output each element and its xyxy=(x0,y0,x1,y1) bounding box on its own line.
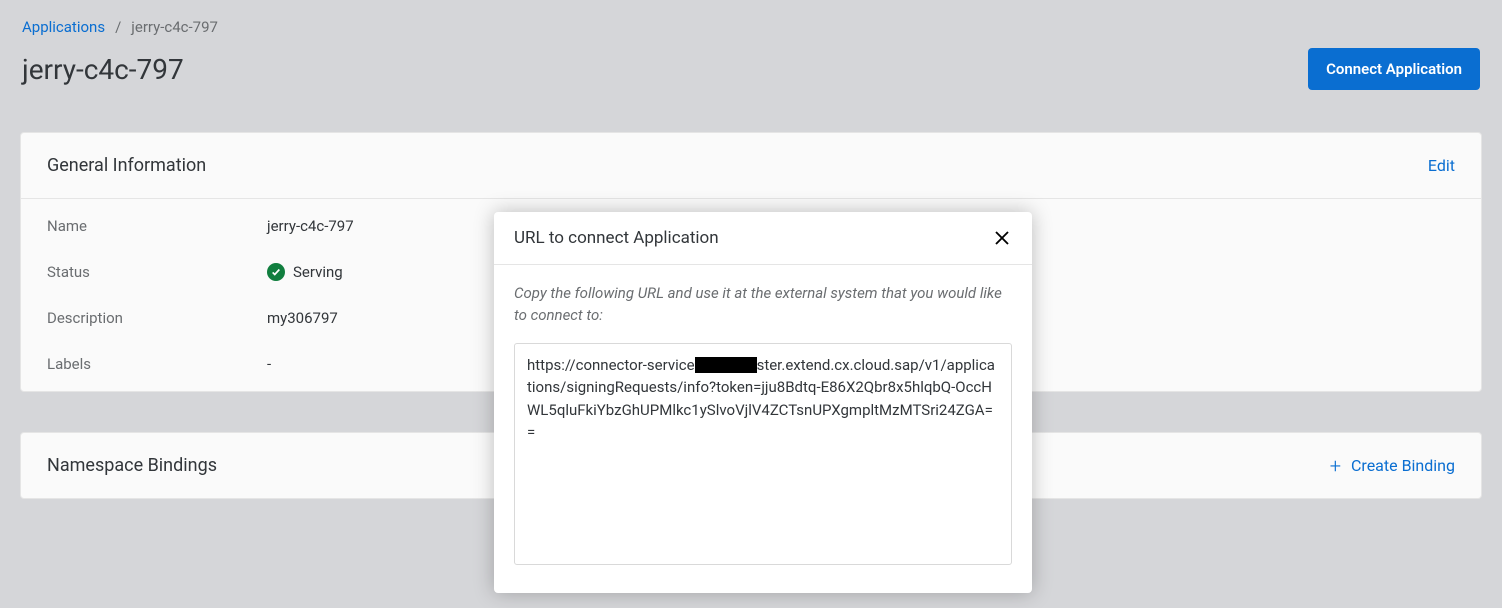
general-card-title: General Information xyxy=(47,155,206,176)
breadcrumb-link-applications[interactable]: Applications xyxy=(22,18,105,36)
close-icon[interactable] xyxy=(992,228,1012,248)
bindings-card-title: Namespace Bindings xyxy=(47,455,217,476)
edit-link[interactable]: Edit xyxy=(1428,156,1455,175)
breadcrumb-separator: / xyxy=(115,18,121,36)
page-title: jerry-c4c-797 xyxy=(22,53,184,86)
status-label: Status xyxy=(47,263,267,281)
breadcrumb: Applications / jerry-c4c-797 xyxy=(22,18,1480,36)
connect-application-button[interactable]: Connect Application xyxy=(1308,48,1480,90)
labels-label: Labels xyxy=(47,355,267,373)
description-value: my306797 xyxy=(267,309,338,327)
redacted-segment xyxy=(695,357,757,373)
connection-url-box[interactable]: https://connector-servicester.extend.cx.… xyxy=(514,343,1012,565)
connect-url-modal: URL to connect Application Copy the foll… xyxy=(494,212,1032,593)
labels-value: - xyxy=(267,355,271,373)
status-text: Serving xyxy=(293,263,343,281)
modal-title: URL to connect Application xyxy=(514,228,719,248)
modal-description: Copy the following URL and use it at the… xyxy=(514,283,1012,327)
modal-body: Copy the following URL and use it at the… xyxy=(494,265,1032,593)
plus-icon: + xyxy=(1330,456,1341,476)
create-binding-text: Create Binding xyxy=(1351,456,1455,475)
topbar: Applications / jerry-c4c-797 jerry-c4c-7… xyxy=(0,0,1502,118)
create-binding-link[interactable]: + Create Binding xyxy=(1330,456,1455,476)
description-label: Description xyxy=(47,309,267,327)
breadcrumb-current: jerry-c4c-797 xyxy=(131,18,218,36)
general-card-header: General Information Edit xyxy=(21,133,1481,199)
name-value: jerry-c4c-797 xyxy=(267,217,354,235)
check-icon xyxy=(267,263,285,281)
url-prefix: https://connector-service xyxy=(527,356,695,374)
status-value: Serving xyxy=(267,263,343,281)
modal-header: URL to connect Application xyxy=(494,212,1032,265)
header-row: jerry-c4c-797 Connect Application xyxy=(22,48,1480,118)
name-label: Name xyxy=(47,217,267,235)
